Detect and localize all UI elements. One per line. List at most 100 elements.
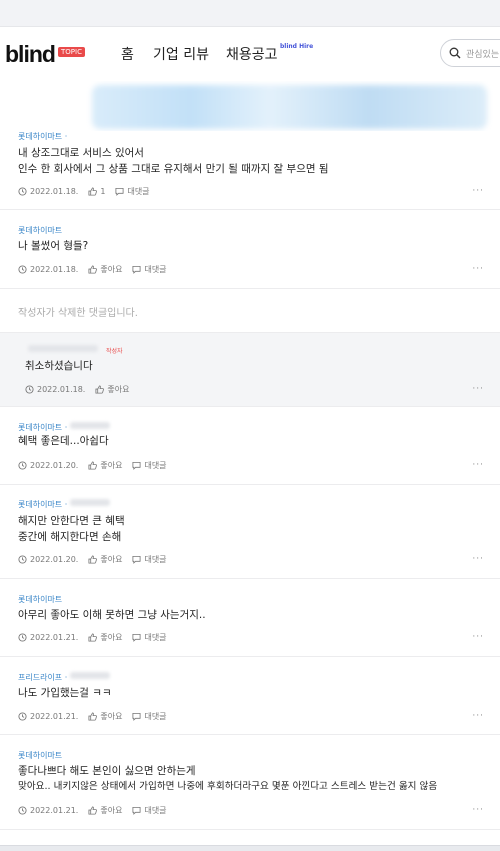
comment-company: 롯데하이마트 bbox=[18, 226, 63, 235]
clock-icon bbox=[18, 187, 27, 196]
clock-icon bbox=[18, 633, 27, 642]
comment-company: 롯데하이마트 · bbox=[18, 423, 68, 432]
clock-icon bbox=[18, 555, 27, 564]
thumbs-up-icon bbox=[88, 461, 98, 470]
comment-line: 내 상조그대로 서비스 있어서 bbox=[18, 147, 144, 159]
search-input[interactable]: 관심있는 bbox=[440, 39, 500, 67]
thumbs-up-icon bbox=[88, 633, 98, 642]
bottom-input-bar[interactable] bbox=[0, 845, 500, 851]
topic-badge: TOPIC bbox=[58, 47, 85, 57]
comment-date: 2022.01.20. bbox=[18, 461, 78, 470]
site-header: blind TOPIC 홈 기업 리뷰 채용공고 blind Hire 관심있는 bbox=[0, 27, 500, 81]
reply-button[interactable]: 대댓글 bbox=[132, 805, 167, 816]
like-button[interactable]: 좋아요 bbox=[88, 460, 122, 471]
like-button[interactable]: 좋아요 bbox=[88, 632, 122, 643]
thumbs-up-icon bbox=[88, 265, 98, 274]
comment-company: 롯데하이마트 bbox=[18, 595, 63, 604]
comment-company: 롯데하이마트 · bbox=[18, 500, 68, 509]
like-button[interactable]: 좋아요 bbox=[88, 711, 122, 722]
comment-date: 2022.01.18. bbox=[18, 187, 78, 196]
comment-item: 롯데하이마트 · 혜택 좋은데...아쉽다 2022.01.20. 좋아요 대댓… bbox=[0, 407, 500, 485]
more-options-button[interactable]: ··· bbox=[472, 264, 484, 274]
more-options-button[interactable]: ··· bbox=[472, 805, 484, 815]
comment-line: 혜택 좋은데...아쉽다 bbox=[18, 435, 109, 447]
comment-date: 2022.01.21. bbox=[18, 633, 78, 642]
comment-line: 인수 한 회사에서 그 상품 그대로 유지해서 만기 될 때까지 잘 부으면 됨 bbox=[18, 163, 329, 175]
speech-bubble-icon bbox=[132, 806, 141, 815]
like-button[interactable]: 좋아요 bbox=[88, 805, 122, 816]
author-tag: 작성자 bbox=[106, 348, 123, 355]
more-options-button[interactable]: ··· bbox=[472, 384, 484, 394]
deleted-comment: 작성자가 삭제한 댓글입니다. bbox=[0, 289, 500, 333]
blurred-nickname bbox=[70, 422, 110, 429]
comment-date: 2022.01.18. bbox=[18, 265, 78, 274]
comment-line: 나 볼썼어 형들? bbox=[18, 240, 89, 252]
comment-meta: 2022.01.18. 좋아요 대댓글 bbox=[18, 264, 177, 275]
comment-item: 프리드라이프 · 나도 가입했는걸 ㅋㅋ 2022.01.21. 좋아요 대댓글… bbox=[0, 657, 500, 735]
thumbs-up-icon bbox=[88, 712, 98, 721]
clock-icon bbox=[18, 265, 27, 274]
reply-button[interactable]: 대댓글 bbox=[132, 711, 167, 722]
comment-company: 롯데하이마트 · bbox=[18, 132, 68, 141]
comment-item: 롯데하이마트 좋다나쁘다 해도 본인이 싫으면 안하는게 맞아요.. 내키지않은… bbox=[0, 735, 500, 830]
clock-icon bbox=[18, 712, 27, 721]
more-options-button[interactable]: ··· bbox=[472, 460, 484, 470]
reply-comment: 작성자 취소하셨습니다 2022.01.18. 좋아요 ··· bbox=[0, 333, 500, 407]
more-options-button[interactable]: ··· bbox=[472, 632, 484, 642]
reply-button[interactable]: 대댓글 bbox=[115, 186, 150, 197]
comment-date: 2022.01.18. bbox=[25, 385, 85, 394]
search-icon bbox=[449, 47, 461, 59]
like-button[interactable]: 좋아요 bbox=[95, 384, 129, 395]
blind-logo[interactable]: blind bbox=[5, 41, 56, 68]
ad-banner[interactable] bbox=[0, 81, 500, 131]
nav-jobs[interactable]: 채용공고 bbox=[226, 44, 278, 64]
comment-date: 2022.01.20. bbox=[18, 555, 78, 564]
comment-item: 롯데하이마트 · 내 상조그대로 서비스 있어서 인수 한 회사에서 그 상품 … bbox=[0, 131, 500, 210]
speech-bubble-icon bbox=[132, 265, 141, 274]
comment-line: 좋다나쁘다 해도 본인이 싫으면 안하는게 bbox=[18, 765, 196, 777]
more-options-button[interactable]: ··· bbox=[472, 186, 484, 196]
comment-meta: 2022.01.18. 1 대댓글 bbox=[18, 186, 160, 197]
thumbs-up-icon bbox=[95, 385, 105, 394]
clock-icon bbox=[18, 461, 27, 470]
comment-line: 맞아요.. 내키지않은 상태에서 가입하면 나중에 후회하더라구요 몇푼 아낀다… bbox=[18, 781, 438, 792]
speech-bubble-icon bbox=[132, 461, 141, 470]
blurred-nickname bbox=[28, 345, 98, 352]
blind-hire-badge: blind Hire bbox=[280, 43, 314, 50]
browser-top-strip bbox=[0, 0, 500, 27]
comment-line: 취소하셨습니다 bbox=[25, 360, 93, 372]
clock-icon bbox=[18, 806, 27, 815]
reply-button[interactable]: 대댓글 bbox=[132, 460, 167, 471]
comment-line: 중간에 해지한다면 손해 bbox=[18, 531, 122, 543]
like-button[interactable]: 좋아요 bbox=[88, 554, 122, 565]
comment-meta: 2022.01.20. 좋아요 대댓글 bbox=[18, 554, 177, 565]
comment-company: 프리드라이프 · bbox=[18, 673, 68, 682]
comment-item: 롯데하이마트 · 해지만 안한다면 큰 혜택 중간에 해지한다면 손해 2022… bbox=[0, 485, 500, 579]
thumbs-up-icon bbox=[88, 187, 98, 196]
comment-company: 롯데하이마트 bbox=[18, 751, 63, 760]
comment-meta: 2022.01.21. 좋아요 대댓글 bbox=[18, 632, 177, 643]
thumbs-up-icon bbox=[88, 806, 98, 815]
comment-item: 롯데하이마트 나 볼썼어 형들? 2022.01.18. 좋아요 대댓글 ··· bbox=[0, 210, 500, 289]
reply-button[interactable]: 대댓글 bbox=[132, 632, 167, 643]
reply-button[interactable]: 대댓글 bbox=[132, 264, 167, 275]
reply-button[interactable]: 대댓글 bbox=[132, 554, 167, 565]
comment-line: 나도 가입했는걸 ㅋㅋ bbox=[18, 687, 112, 699]
comment-item: 롯데하이마트 아무리 좋아도 이해 못하면 그냥 사는거지.. 2022.01.… bbox=[0, 579, 500, 657]
search-placeholder: 관심있는 bbox=[466, 49, 500, 60]
comment-line: 아무리 좋아도 이해 못하면 그냥 사는거지.. bbox=[18, 609, 206, 621]
more-options-button[interactable]: ··· bbox=[472, 554, 484, 564]
comment-date: 2022.01.21. bbox=[18, 806, 78, 815]
comment-meta: 2022.01.21. 좋아요 대댓글 bbox=[18, 805, 177, 816]
more-options-button[interactable]: ··· bbox=[472, 711, 484, 721]
like-button[interactable]: 1 bbox=[88, 187, 105, 196]
thumbs-up-icon bbox=[88, 555, 98, 564]
speech-bubble-icon bbox=[132, 633, 141, 642]
blurred-nickname bbox=[70, 499, 110, 506]
comment-meta: 2022.01.18. 좋아요 bbox=[25, 384, 139, 395]
like-button[interactable]: 좋아요 bbox=[88, 264, 122, 275]
nav-company-review[interactable]: 기업 리뷰 bbox=[153, 44, 209, 64]
comment-meta: 2022.01.20. 좋아요 대댓글 bbox=[18, 460, 177, 471]
clock-icon bbox=[25, 385, 34, 394]
nav-home[interactable]: 홈 bbox=[121, 44, 134, 64]
